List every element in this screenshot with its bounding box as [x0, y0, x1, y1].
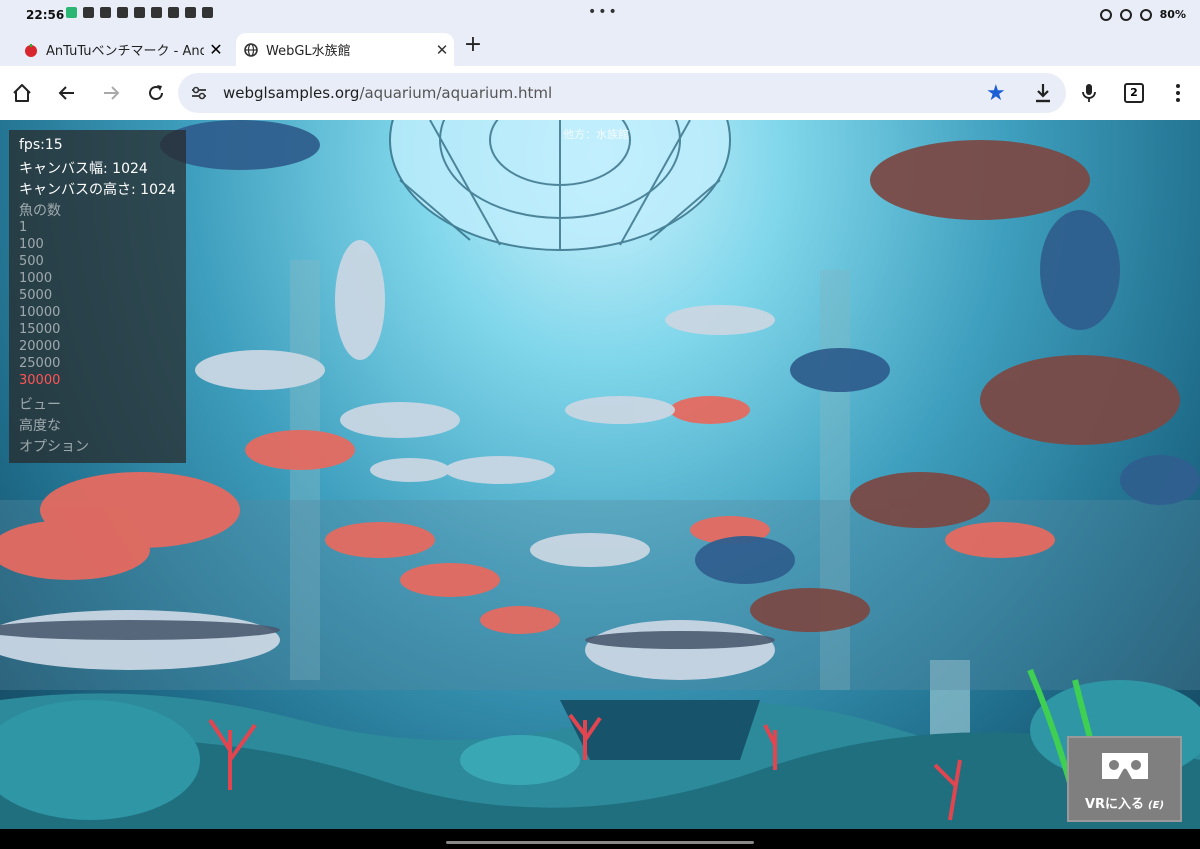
overflow-menu-icon	[1176, 84, 1180, 102]
new-tab-button[interactable]: +	[461, 34, 485, 58]
download-icon[interactable]	[1033, 82, 1053, 104]
close-tab-icon[interactable]: ✕	[430, 41, 454, 59]
mic-icon	[1082, 84, 1096, 102]
fish-option-500[interactable]: 500	[19, 254, 44, 269]
close-tab-icon[interactable]: ✕	[204, 33, 228, 66]
fish-option-30000-selected[interactable]: 30000	[19, 373, 60, 388]
headphones-icon	[1099, 8, 1112, 21]
voice-search-button[interactable]	[1075, 79, 1103, 107]
fish-option-100[interactable]: 100	[19, 237, 44, 252]
tab-webgl-aquarium[interactable]: WebGL水族館 ✕	[236, 33, 454, 66]
cloud-notification-icon	[202, 7, 213, 18]
play-store-notification-icon	[151, 7, 162, 18]
fish-option-10000[interactable]: 10000	[19, 305, 60, 320]
status-bar: 22:56 ••• 80%	[0, 0, 1200, 30]
settings-panel: fps:15 キャンバス幅: 1024 キャンバスの高さ: 1024 魚の数 1…	[9, 130, 186, 463]
url-path: /aquarium/aquarium.html	[359, 84, 553, 102]
antutu-favicon-icon	[25, 43, 37, 57]
enter-vr-text: VRに入る	[1084, 797, 1145, 812]
fish-option-20000[interactable]: 20000	[19, 339, 60, 354]
app-notification-icon	[66, 7, 77, 18]
site-settings-icon[interactable]	[190, 84, 208, 102]
browser-toolbar: webglsamples.org/aquarium/aquarium.html …	[0, 66, 1200, 120]
options-menu[interactable]: オプション	[19, 436, 89, 456]
overflow-menu-button[interactable]	[1164, 79, 1192, 107]
fish-option-25000[interactable]: 25000	[19, 356, 60, 371]
tab-antutu[interactable]: AnTuTuベンチマーク - Andr	[16, 33, 230, 66]
url-host: webglsamples.org	[223, 84, 360, 102]
battery-notification-icon	[185, 7, 196, 18]
url-text: webglsamples.org/aquarium/aquarium.html	[223, 84, 552, 102]
layers-notification-icon	[168, 7, 179, 18]
fish-count-label: 魚の数	[19, 203, 61, 219]
fish-option-1[interactable]: 1	[19, 220, 27, 235]
vr-headset-icon	[1102, 753, 1148, 779]
fish-option-15000[interactable]: 15000	[19, 322, 60, 337]
notification-icons	[66, 7, 213, 18]
enter-vr-button[interactable]: VRに入る (E)	[1067, 736, 1182, 822]
enter-vr-label: VRに入る (E)	[1069, 793, 1180, 812]
advanced-menu[interactable]: 高度な	[19, 415, 61, 435]
bluetooth-icon	[1119, 8, 1132, 21]
home-button[interactable]	[8, 79, 36, 107]
navigation-bar	[0, 829, 1200, 849]
tab-title: WebGL水族館	[266, 44, 351, 59]
back-button[interactable]	[53, 79, 81, 107]
forward-icon	[104, 86, 120, 100]
gesture-handle[interactable]	[446, 841, 754, 844]
canvas-width-readout: キャンバス幅: 1024	[19, 161, 148, 177]
play-notification-icon	[100, 7, 111, 18]
back-icon	[58, 86, 74, 100]
address-bar[interactable]: webglsamples.org/aquarium/aquarium.html …	[178, 73, 1066, 113]
wifi-icon	[1139, 8, 1152, 21]
fish-option-5000[interactable]: 5000	[19, 288, 52, 303]
mail-notification-icon	[134, 7, 145, 18]
home-icon	[13, 84, 31, 102]
fish-option-1000[interactable]: 1000	[19, 271, 52, 286]
aquarium-canvas[interactable]: 他方：水族館 fps:15 キャンバス幅: 1024 キャンバスの高さ: 102…	[0, 120, 1200, 829]
forward-button[interactable]	[97, 79, 125, 107]
view-menu[interactable]: ビュー	[19, 394, 61, 414]
status-dots: •••	[588, 4, 619, 20]
mail-notification-icon	[83, 7, 94, 18]
reload-button[interactable]	[142, 79, 170, 107]
fps-readout: fps:15	[19, 137, 63, 153]
enter-vr-shortcut: (E)	[1148, 800, 1165, 811]
bookmark-star-icon[interactable]: ★	[986, 81, 1006, 106]
status-time: 22:56	[26, 8, 65, 22]
tab-title: AnTuTuベンチマーク - Andr	[46, 44, 214, 59]
reload-icon	[149, 85, 163, 100]
tab-strip: AnTuTuベンチマーク - Andr WebGL水族館 ✕ ✕	[0, 30, 1200, 66]
overlay-title: 他方：水族館	[563, 128, 629, 141]
canvas-height-readout: キャンバスの高さ: 1024	[19, 182, 176, 198]
battery-level: 80%	[1159, 8, 1186, 21]
mail-notification-icon	[117, 7, 128, 18]
globe-favicon-icon	[244, 42, 258, 57]
tab-switcher-icon[interactable]: 2	[1124, 83, 1144, 103]
